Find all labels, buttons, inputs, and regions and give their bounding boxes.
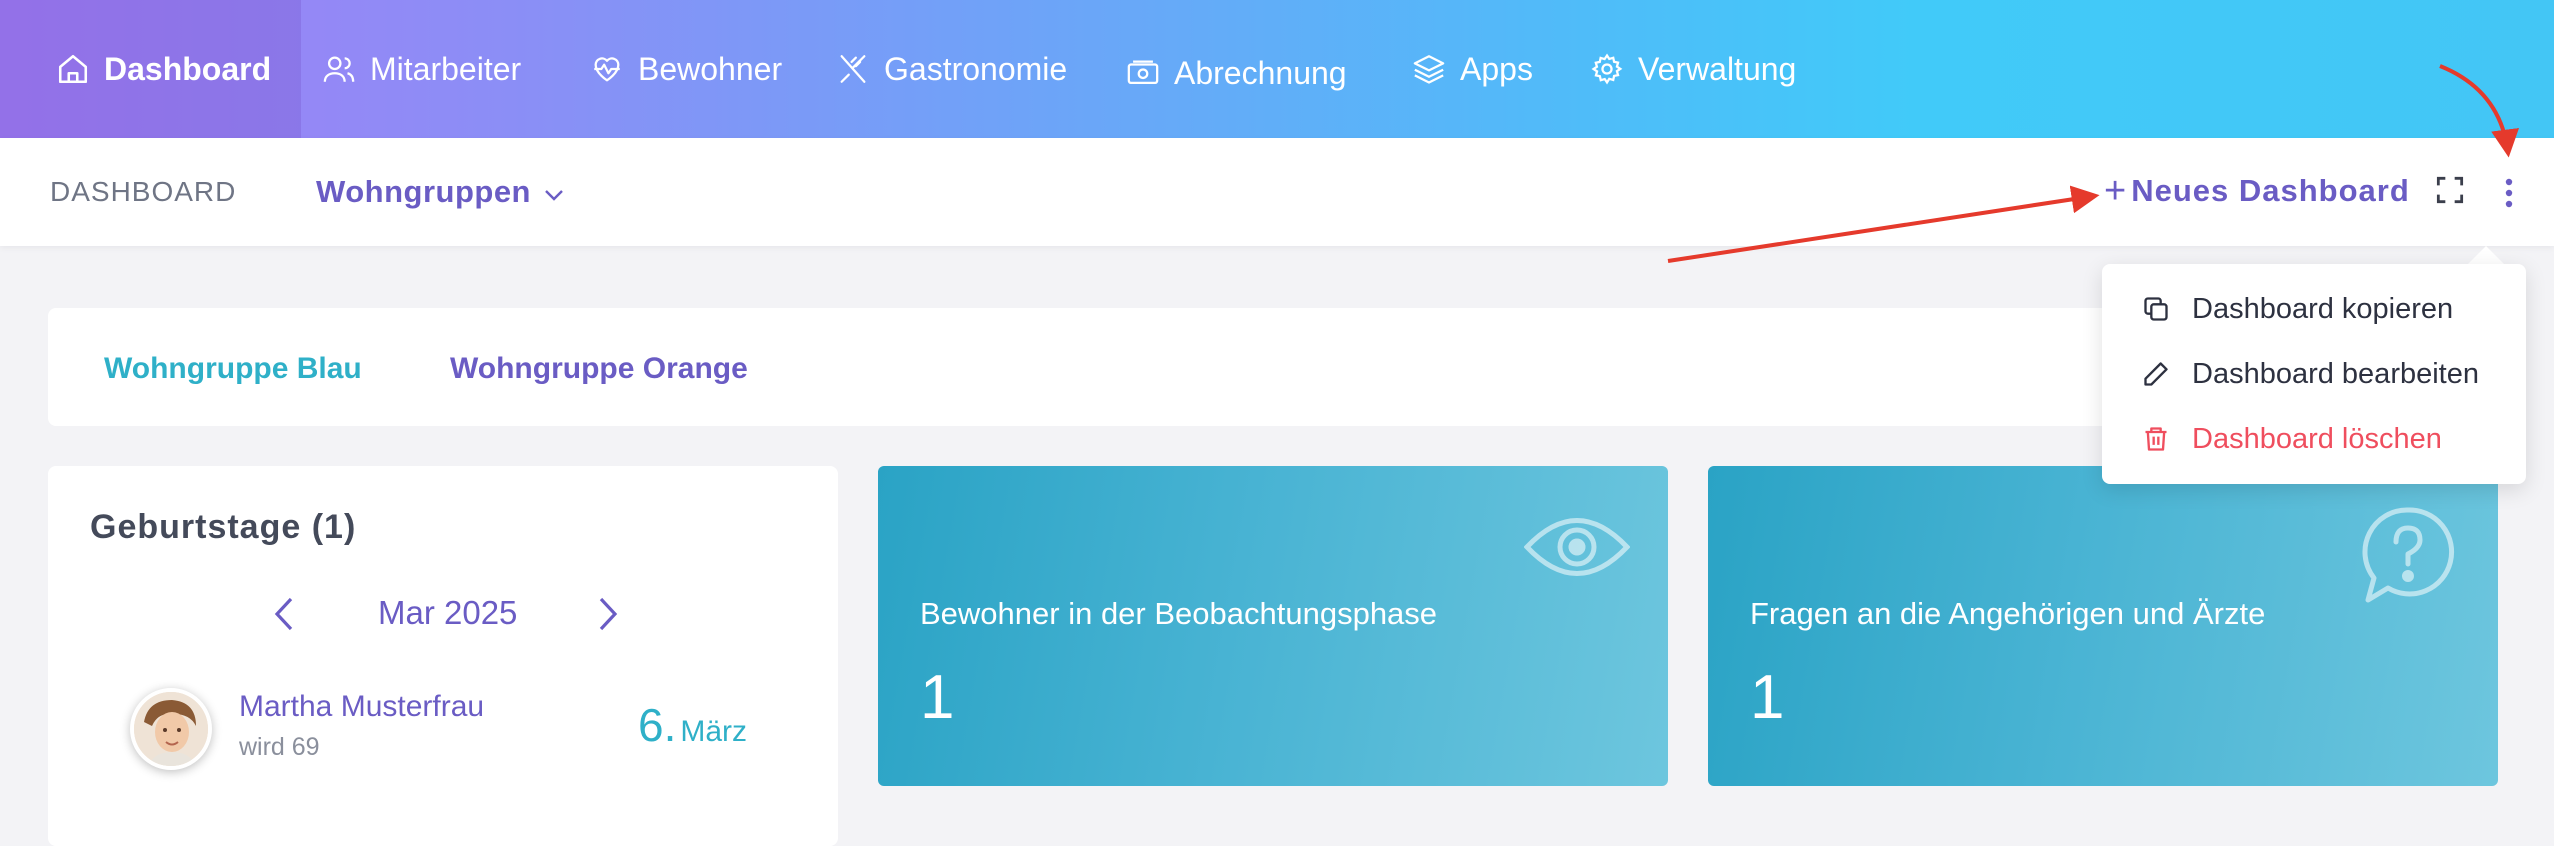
- month-label: Mar 2025: [378, 594, 518, 631]
- wohngruppen-dropdown[interactable]: Wohngruppen: [316, 174, 565, 210]
- prev-month-button[interactable]: [262, 592, 306, 636]
- layers-icon: [1413, 55, 1445, 84]
- copy-icon: [2144, 297, 2168, 321]
- stat-value: 1: [920, 663, 955, 732]
- nav-item-label: Bewohner: [638, 50, 783, 87]
- page-title: DASHBOARD: [50, 176, 237, 207]
- person-age: wird 69: [239, 733, 320, 761]
- nav-item-gastronomie[interactable]: Gastronomie: [836, 0, 1067, 138]
- wohngruppen-label: Wohngruppen: [316, 174, 531, 209]
- nav-item-bewohner[interactable]: Bewohner: [590, 0, 782, 138]
- avatar-image: [134, 692, 208, 766]
- stat-card-beobachtungsphase[interactable]: Bewohner in der Beobachtungsphase 1: [878, 466, 1668, 786]
- users-icon: [323, 56, 355, 82]
- nav-item-label: Gastronomie: [884, 50, 1068, 87]
- menu-item-label: Dashboard löschen: [2192, 422, 2442, 455]
- new-dashboard-label: Neues Dashboard: [2131, 173, 2410, 208]
- subheader: DASHBOARD Wohngruppen + Neues Dashboard: [0, 138, 2554, 246]
- stat-title: Bewohner in der Beobachtungsphase: [920, 596, 1438, 631]
- birthday-month: März: [680, 715, 748, 748]
- heart-pulse-icon: [594, 57, 620, 82]
- menu-item-label: Dashboard kopieren: [2192, 292, 2454, 325]
- trash-icon: [2145, 427, 2167, 451]
- person-name[interactable]: Martha Musterfrau: [239, 690, 484, 724]
- next-month-button[interactable]: [586, 592, 630, 636]
- stat-value: 1: [1750, 663, 1785, 732]
- money-icon: [1127, 60, 1159, 85]
- pencil-icon: [2144, 362, 2168, 386]
- tab-wohngruppe-blau[interactable]: Wohngruppe Blau: [104, 352, 362, 386]
- nav-item-verwaltung[interactable]: Verwaltung: [1590, 0, 1796, 138]
- dropdown-caret: [2466, 246, 2506, 266]
- nav-item-mitarbeiter[interactable]: Mitarbeiter: [322, 0, 521, 138]
- birthday-card: Geburtstage (1) Mar 2025 Martha Musterfr…: [48, 466, 838, 846]
- stat-title: Fragen an die Angehörigen und Ärzte: [1750, 596, 2266, 631]
- eye-icon: [1524, 518, 1630, 576]
- nav-item-label: Abrechnung: [1174, 54, 1347, 91]
- birthday-card-title: Geburtstage (1): [90, 508, 357, 546]
- gear-icon: [1591, 53, 1623, 85]
- utensils-icon: [840, 55, 866, 83]
- home-icon: [58, 54, 88, 84]
- stat-card-fragen[interactable]: Fragen an die Angehörigen und Ärzte 1: [1708, 466, 2498, 786]
- nav-item-label: Dashboard: [104, 50, 272, 87]
- plus-icon: +: [2104, 170, 2128, 212]
- chevron-left-icon: [274, 597, 293, 631]
- dashboard-options-menu: Dashboard kopieren Dashboard bearbeiten …: [2102, 264, 2526, 484]
- fullscreen-icon[interactable]: [2436, 176, 2464, 204]
- nav-item-label: Apps: [1460, 50, 1533, 87]
- menu-item-label: Dashboard bearbeiten: [2192, 357, 2479, 390]
- top-navigation: Dashboard Mitarbeiter Bewohner Gastronom…: [0, 0, 2554, 138]
- new-dashboard-button[interactable]: + Neues Dashboard: [2104, 172, 2410, 210]
- more-vertical-icon[interactable]: [2502, 176, 2516, 210]
- chevron-down-icon: [545, 190, 563, 201]
- menu-item-edit[interactable]: Dashboard bearbeiten: [2142, 354, 2479, 394]
- birthday-day: 6.: [638, 699, 677, 751]
- menu-item-delete[interactable]: Dashboard löschen: [2142, 419, 2442, 459]
- nav-item-label: Verwaltung: [1638, 50, 1797, 87]
- nav-item-abrechnung[interactable]: Abrechnung: [1126, 4, 1347, 142]
- tab-wohngruppe-orange[interactable]: Wohngruppe Orange: [450, 352, 748, 386]
- nav-item-dashboard[interactable]: Dashboard: [0, 0, 302, 138]
- question-bubble-icon: [2362, 507, 2455, 603]
- menu-item-copy[interactable]: Dashboard kopieren: [2142, 289, 2453, 329]
- birthday-date: 6. März: [638, 698, 747, 752]
- avatar[interactable]: [130, 688, 212, 770]
- chevron-right-icon: [599, 597, 618, 631]
- nav-item-apps[interactable]: Apps: [1412, 0, 1533, 138]
- nav-item-label: Mitarbeiter: [370, 50, 522, 87]
